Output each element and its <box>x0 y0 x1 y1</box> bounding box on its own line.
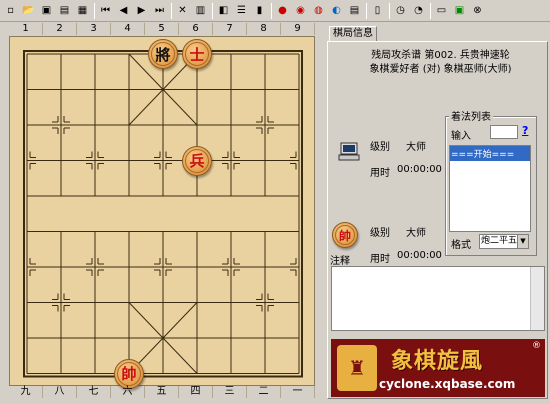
list-icon[interactable]: ☰ <box>233 2 250 19</box>
format-select[interactable]: 炮二平五 ▼ <box>479 234 529 249</box>
format-label: 格式 <box>451 240 471 251</box>
registered-mark: ® <box>532 341 541 351</box>
red-king-piece[interactable]: 帥 <box>114 358 144 389</box>
color-icon[interactable]: ▮ <box>251 2 268 19</box>
brand-banner[interactable]: ♜ 象棋旋風 ® cyclone.xqbase.com <box>331 339 545 397</box>
file-number-top-6: 6 <box>179 23 213 35</box>
bottom-player-avatar-char: 帥 <box>335 225 355 245</box>
bottom-file-numbers: 九八七六五四三二一 <box>9 386 315 398</box>
brand-logo-icon: ♜ <box>337 345 377 391</box>
help-link[interactable]: ? <box>522 124 528 137</box>
file-number-bottom-8: 二 <box>247 386 281 398</box>
flip-board-icon[interactable]: ◧ <box>215 2 232 19</box>
timer-icon[interactable]: ◔ <box>410 2 427 19</box>
red-soldier-piece[interactable]: 兵 <box>182 145 212 176</box>
red-advisor-piece[interactable]: 士 <box>182 39 212 69</box>
comment-scrollbar[interactable] <box>530 267 544 330</box>
file-number-top-1: 1 <box>9 23 43 35</box>
format-select-value: 炮二平五 <box>481 236 518 246</box>
file-number-bottom-3: 七 <box>77 386 111 398</box>
sheet-icon[interactable]: ▤ <box>346 2 363 19</box>
next-move-icon[interactable]: ▶ <box>133 2 150 19</box>
first-move-icon[interactable]: ⏮ <box>97 2 114 19</box>
black-general-piece[interactable]: 將 <box>148 39 178 69</box>
bottom-level-value: 大师 <box>406 228 426 239</box>
top-time-value: 00:00:00 <box>397 164 442 175</box>
brand-title: 象棋旋風 <box>391 348 484 374</box>
save-as-icon[interactable]: ▤ <box>56 2 73 19</box>
toolbar-separator <box>430 2 431 19</box>
tab-game-info[interactable]: 棋局信息 <box>329 26 377 41</box>
toolbar-separator <box>271 2 272 19</box>
top-level-value: 大师 <box>406 142 426 153</box>
paste-icon[interactable]: ▥ <box>192 2 209 19</box>
computer-icon <box>338 142 360 161</box>
board-grid <box>23 50 303 378</box>
comment-textarea[interactable] <box>331 266 545 331</box>
eye-icon[interactable]: ◍ <box>310 2 327 19</box>
info-panel: 棋局信息 残局攻杀谱 第002. 兵贵神速轮 象棋爱好者 (对) 象棋巫师(大师… <box>327 24 548 400</box>
print-icon[interactable]: ▦ <box>74 2 91 19</box>
file-number-top-9: 9 <box>281 23 315 35</box>
red-circle-icon[interactable]: ◉ <box>292 2 309 19</box>
toolbar-separator <box>171 2 172 19</box>
black-general-char: 將 <box>151 42 175 66</box>
comment-label: 注释 <box>330 256 350 267</box>
book-icon[interactable]: ▯ <box>369 2 386 19</box>
screen-icon[interactable]: ▣ <box>451 2 468 19</box>
bottom-time-value: 00:00:00 <box>397 250 442 261</box>
top-file-numbers: 123456789 <box>9 23 315 35</box>
moves-group-title: 着法列表 <box>449 108 493 123</box>
monitor-icon[interactable]: ▭ <box>433 2 450 19</box>
close-icon[interactable]: ⊗ <box>469 2 486 19</box>
top-time-label: 用时 <box>370 168 390 179</box>
chess-board[interactable]: 將士兵帥 <box>9 36 315 389</box>
move-list-item[interactable]: ===开始=== <box>450 146 530 161</box>
toolbar-separator <box>389 2 390 19</box>
file-number-top-7: 7 <box>213 23 247 35</box>
clock-icon[interactable]: ◷ <box>392 2 409 19</box>
bottom-time-label: 用时 <box>370 254 390 265</box>
toolbar: ▫ 📂 ▣ ▤ ▦ ⏮ ◀ ▶ ⏭ ✕ ▥ ◧ ☰ ▮ ● ◉ ◍ ◐ ▤ ▯ … <box>0 0 550 22</box>
red-king-char: 帥 <box>117 361 141 386</box>
bottom-level-label: 级别 <box>370 228 390 239</box>
prev-move-icon[interactable]: ◀ <box>115 2 132 19</box>
file-number-bottom-6: 四 <box>179 386 213 398</box>
move-input[interactable] <box>490 125 518 139</box>
new-document-icon[interactable]: ▫ <box>2 2 19 19</box>
chevron-down-icon[interactable]: ▼ <box>517 235 528 248</box>
file-number-bottom-9: 一 <box>281 386 315 398</box>
delete-icon[interactable]: ✕ <box>174 2 191 19</box>
last-move-icon[interactable]: ⏭ <box>151 2 168 19</box>
file-number-bottom-2: 八 <box>43 386 77 398</box>
move-list[interactable]: ===开始=== <box>449 145 531 232</box>
file-number-top-3: 3 <box>77 23 111 35</box>
game-players: 象棋爱好者 (对) 象棋巫师(大师) <box>369 64 512 75</box>
toolbar-separator <box>366 2 367 19</box>
red-soldier-char: 兵 <box>185 148 209 173</box>
globe-icon[interactable]: ◐ <box>328 2 345 19</box>
input-label: 输入 <box>451 131 471 142</box>
file-number-top-8: 8 <box>247 23 281 35</box>
file-number-top-5: 5 <box>145 23 179 35</box>
file-number-bottom-4: 六 <box>111 386 145 398</box>
bottom-player-avatar: 帥 <box>332 222 358 248</box>
open-folder-icon[interactable]: 📂 <box>20 2 37 19</box>
game-title: 残局攻杀谱 第002. 兵贵神速轮 <box>371 50 510 61</box>
file-number-bottom-5: 五 <box>145 386 179 398</box>
toolbar-separator <box>94 2 95 19</box>
file-number-top-4: 4 <box>111 23 145 35</box>
file-number-bottom-7: 三 <box>213 386 247 398</box>
chrome-icon[interactable]: ● <box>274 2 291 19</box>
file-number-top-2: 2 <box>43 23 77 35</box>
file-number-bottom-1: 九 <box>9 386 43 398</box>
toolbar-separator <box>212 2 213 19</box>
brand-url: cyclone.xqbase.com <box>379 377 516 391</box>
top-level-label: 级别 <box>370 142 390 153</box>
red-advisor-char: 士 <box>185 42 209 66</box>
save-icon[interactable]: ▣ <box>38 2 55 19</box>
